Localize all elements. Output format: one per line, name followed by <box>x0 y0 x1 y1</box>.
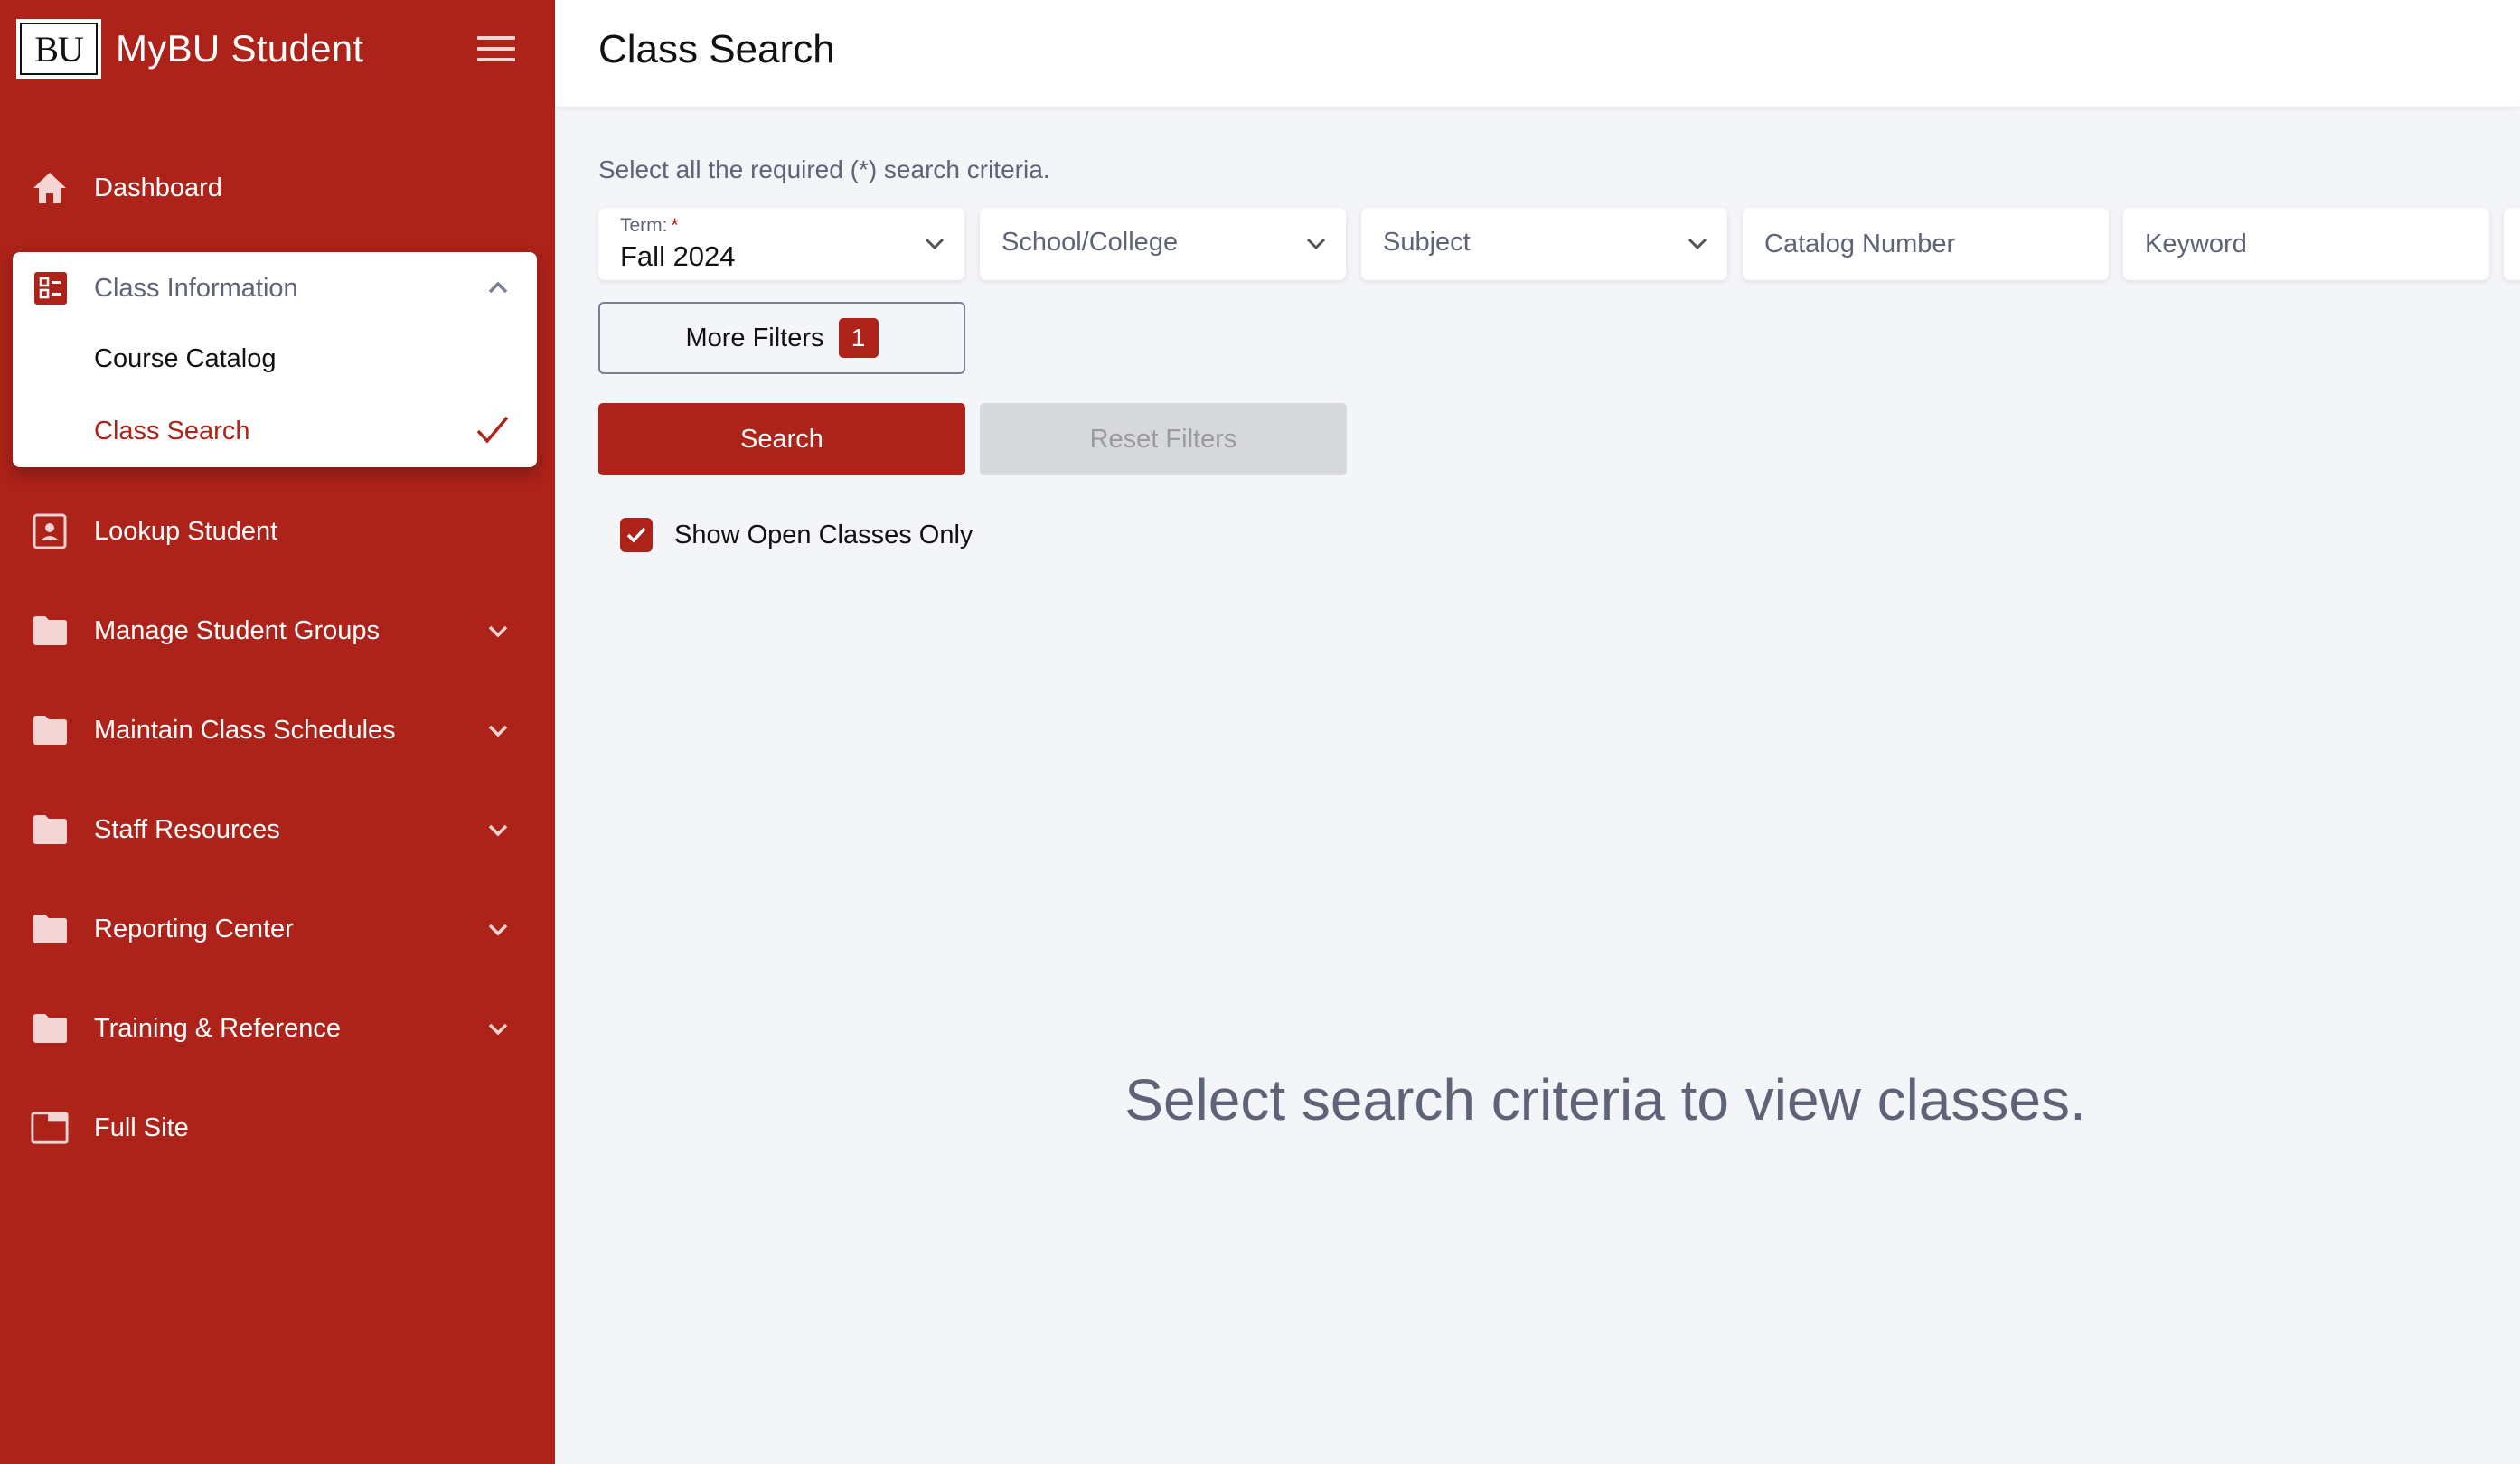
additional-field-partial[interactable] <box>2504 208 2520 280</box>
sidebar-subitem-label: Course Catalog <box>94 344 277 373</box>
search-hint: Select all the required (*) search crite… <box>598 155 1050 183</box>
sidebar-item-label: Reporting Center <box>94 914 294 943</box>
sidebar-item-class-information[interactable]: Class Information <box>13 252 537 324</box>
term-select[interactable]: Term: * Fall 2024 <box>598 208 964 280</box>
more-filters-label: More Filters <box>685 323 824 352</box>
sidebar-item-label: Full Site <box>94 1112 189 1142</box>
folder-icon <box>31 1009 69 1047</box>
sidebar-item-label: Lookup Student <box>94 516 278 546</box>
chevron-down-icon[interactable] <box>484 717 512 744</box>
window-icon <box>31 1109 69 1147</box>
sidebar-item-reporting-center[interactable]: Reporting Center <box>0 893 555 965</box>
brand[interactable]: BU MyBU Student <box>16 19 363 79</box>
sidebar-item-label: Dashboard <box>94 173 222 202</box>
sidebar-item-lookup-student[interactable]: Lookup Student <box>0 495 555 568</box>
page-header: Class Search <box>555 0 2520 107</box>
subject-select[interactable]: Subject <box>1361 208 1727 280</box>
sidebar-item-label: Maintain Class Schedules <box>94 715 396 745</box>
sidebar-group-class-information: Class Information Course Catalog Class S… <box>13 252 537 467</box>
chevron-down-icon[interactable] <box>484 816 512 843</box>
folder-icon <box>31 910 69 948</box>
checklist-icon <box>34 272 67 305</box>
keyword-field[interactable] <box>2123 208 2489 280</box>
sidebar-item-label: Training & Reference <box>94 1013 341 1043</box>
checkbox-label: Show Open Classes Only <box>674 520 973 549</box>
search-button[interactable]: Search <box>598 403 965 475</box>
sidebar-item-full-site[interactable]: Full Site <box>0 1092 555 1164</box>
keyword-input[interactable] <box>2123 208 2489 280</box>
chevron-up-icon[interactable] <box>484 274 512 301</box>
sidebar-item-training-reference[interactable]: Training & Reference <box>0 992 555 1065</box>
subject-placeholder: Subject <box>1383 228 1471 257</box>
term-value: Fall 2024 <box>620 240 736 272</box>
sidebar-subitem-course-catalog[interactable]: Course Catalog <box>13 326 537 391</box>
sidebar-subitem-class-search[interactable]: Class Search <box>13 399 537 464</box>
catalog-number-input[interactable] <box>1743 208 2109 280</box>
chevron-down-icon <box>923 231 946 255</box>
sidebar-item-maintain-class-schedules[interactable]: Maintain Class Schedules <box>0 694 555 766</box>
sidebar-item-label: Class Information <box>94 274 298 303</box>
sidebar-item-staff-resources[interactable]: Staff Resources <box>0 793 555 866</box>
page-title: Class Search <box>598 27 835 71</box>
sidebar: BU MyBU Student Dashboard Class Informat… <box>0 0 555 1464</box>
checkmark-icon <box>475 415 510 446</box>
contact-card-icon <box>31 512 69 550</box>
required-marker: * <box>671 215 679 236</box>
reset-filters-button[interactable]: Reset Filters <box>980 403 1347 475</box>
folder-icon <box>31 612 69 650</box>
chevron-down-icon[interactable] <box>484 1015 512 1042</box>
sidebar-item-label: Staff Resources <box>94 814 280 844</box>
sidebar-item-label: Manage Student Groups <box>94 615 380 645</box>
school-college-select[interactable]: School/College <box>980 208 1346 280</box>
filter-count-badge: 1 <box>838 318 879 358</box>
chevron-down-icon <box>1304 231 1328 255</box>
catalog-number-field[interactable] <box>1743 208 2109 280</box>
chevron-down-icon[interactable] <box>484 617 512 644</box>
chevron-down-icon <box>1686 231 1709 255</box>
sidebar-item-dashboard[interactable]: Dashboard <box>0 152 555 224</box>
more-filters-button[interactable]: More Filters 1 <box>598 302 965 374</box>
app-name: MyBU Student <box>116 27 364 70</box>
home-icon <box>31 169 69 207</box>
show-open-classes-only-checkbox[interactable]: Show Open Classes Only <box>620 518 973 552</box>
sidebar-subitem-label: Class Search <box>94 417 250 446</box>
folder-icon <box>31 711 69 749</box>
folder-icon <box>31 811 69 849</box>
school-college-placeholder: School/College <box>1001 228 1179 257</box>
sidebar-item-manage-student-groups[interactable]: Manage Student Groups <box>0 595 555 667</box>
chevron-down-icon[interactable] <box>484 915 512 943</box>
hamburger-menu-icon[interactable] <box>477 36 515 61</box>
bu-logo: BU <box>16 19 101 79</box>
checkbox-checked-icon[interactable] <box>620 518 653 552</box>
empty-state-message: Select search criteria to view classes. <box>1124 1067 2086 1132</box>
term-label: Term: * <box>620 215 679 236</box>
bu-logo-text: BU <box>20 23 98 75</box>
